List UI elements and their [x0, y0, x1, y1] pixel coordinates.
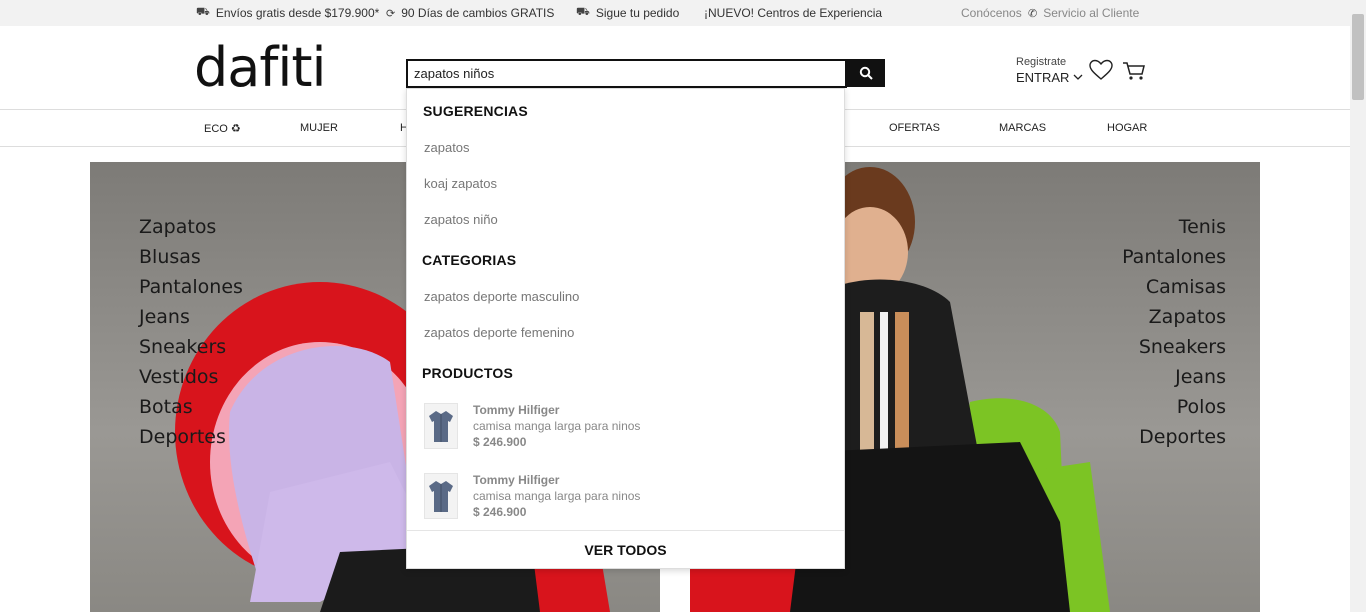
- category-link[interactable]: Camisas: [1122, 272, 1226, 302]
- nav-item-ofertas[interactable]: OFERTAS: [889, 122, 940, 134]
- truck-icon: ⛟: [576, 6, 590, 18]
- search-suggestions-dropdown: SUGERENCIAS zapatos koaj zapatos zapatos…: [406, 88, 845, 569]
- product-brand: Tommy Hilfiger: [473, 403, 560, 417]
- phone-icon: ✆: [1028, 7, 1038, 20]
- site-logo[interactable]: dafiti: [194, 36, 327, 99]
- shirt-icon: [429, 411, 453, 442]
- about-text: Conócenos: [961, 6, 1022, 20]
- category-link[interactable]: Zapatos: [1122, 302, 1226, 332]
- product-suggestion[interactable]: Tommy Hilfiger camisa manga larga para n…: [424, 403, 824, 453]
- product-name: camisa manga larga para ninos: [473, 489, 641, 503]
- suggestion-item[interactable]: zapatos niño: [424, 212, 498, 227]
- nav-item-mujer[interactable]: MUJER: [300, 122, 338, 134]
- category-link[interactable]: Sneakers: [1122, 332, 1226, 362]
- page-scrollbar[interactable]: [1350, 0, 1366, 612]
- top-info-bar: ⛟ Envíos gratis desde $179.900* ⟳ 90 Día…: [0, 0, 1350, 26]
- scrollbar-thumb[interactable]: [1352, 14, 1364, 100]
- suggestions-heading: SUGERENCIAS: [423, 103, 528, 119]
- returns-info[interactable]: ⟳ 90 Días de cambios GRATIS: [386, 6, 554, 20]
- category-link[interactable]: Deportes: [139, 422, 243, 452]
- account-menu[interactable]: Registrate ENTRAR: [1016, 56, 1083, 85]
- suggestion-item[interactable]: zapatos: [424, 140, 470, 155]
- category-link[interactable]: Sneakers: [139, 332, 243, 362]
- chevron-down-icon: [1073, 74, 1083, 80]
- support-link[interactable]: ✆ Servicio al Cliente: [1028, 6, 1139, 20]
- category-link[interactable]: Blusas: [139, 242, 243, 272]
- category-link[interactable]: Polos: [1122, 392, 1226, 422]
- suggestion-item[interactable]: koaj zapatos: [424, 176, 497, 191]
- product-name: camisa manga larga para ninos: [473, 419, 641, 433]
- product-suggestion[interactable]: Tommy Hilfiger camisa manga larga para n…: [424, 473, 824, 523]
- category-suggestion[interactable]: zapatos deporte femenino: [424, 325, 574, 340]
- login-label: ENTRAR: [1016, 70, 1070, 85]
- support-text: Servicio al Cliente: [1043, 6, 1140, 20]
- login-dropdown[interactable]: ENTRAR: [1016, 70, 1083, 85]
- product-price: $ 246.900: [473, 505, 527, 519]
- nav-item-marcas[interactable]: MARCAS: [999, 122, 1046, 134]
- category-link[interactable]: Vestidos: [139, 362, 243, 392]
- products-heading: PRODUCTOS: [422, 365, 513, 381]
- register-link[interactable]: Registrate: [1016, 56, 1083, 68]
- categories-heading: CATEGORIAS: [422, 252, 517, 268]
- category-link[interactable]: Zapatos: [139, 212, 243, 242]
- product-thumbnail: [424, 473, 458, 519]
- category-suggestion[interactable]: zapatos deporte masculino: [424, 289, 579, 304]
- truck-icon: ⛟: [196, 6, 210, 18]
- nav-item-hogar[interactable]: HOGAR: [1107, 122, 1147, 134]
- tracking-text: Sigue tu pedido: [595, 6, 680, 20]
- nav-item-eco[interactable]: ECO ♻: [204, 122, 241, 135]
- product-brand: Tommy Hilfiger: [473, 473, 560, 487]
- free-shipping-text: Envíos gratis desde $179.900*: [215, 6, 380, 20]
- category-link[interactable]: Deportes: [1122, 422, 1226, 452]
- experience-text: ¡NUEVO! Centros de Experiencia: [704, 6, 883, 20]
- search-input[interactable]: [406, 59, 847, 88]
- search-icon: [859, 66, 873, 80]
- about-link[interactable]: Conócenos: [961, 6, 1022, 20]
- cart-icon[interactable]: [1122, 61, 1146, 81]
- category-link[interactable]: Jeans: [1122, 362, 1226, 392]
- category-link[interactable]: Tenis: [1122, 212, 1226, 242]
- see-all-button[interactable]: VER TODOS: [407, 530, 844, 568]
- wishlist-heart-icon[interactable]: [1089, 59, 1113, 81]
- returns-text: 90 Días de cambios GRATIS: [401, 6, 555, 20]
- search-button[interactable]: [846, 59, 885, 87]
- free-shipping-info[interactable]: ⛟ Envíos gratis desde $179.900*: [196, 6, 379, 20]
- women-category-list: Zapatos Blusas Pantalones Jeans Sneakers…: [139, 212, 243, 452]
- refresh-icon: ⟳: [386, 7, 396, 20]
- product-price: $ 246.900: [473, 435, 527, 449]
- category-link[interactable]: Jeans: [139, 302, 243, 332]
- experience-link[interactable]: ¡NUEVO! Centros de Experiencia: [704, 6, 882, 20]
- category-link[interactable]: Botas: [139, 392, 243, 422]
- tracking-link[interactable]: ⛟ Sigue tu pedido: [576, 6, 679, 20]
- men-category-list: Tenis Pantalones Camisas Zapatos Sneaker…: [1122, 212, 1226, 452]
- category-link[interactable]: Pantalones: [1122, 242, 1226, 272]
- shirt-icon: [429, 481, 453, 512]
- category-link[interactable]: Pantalones: [139, 272, 243, 302]
- product-thumbnail: [424, 403, 458, 449]
